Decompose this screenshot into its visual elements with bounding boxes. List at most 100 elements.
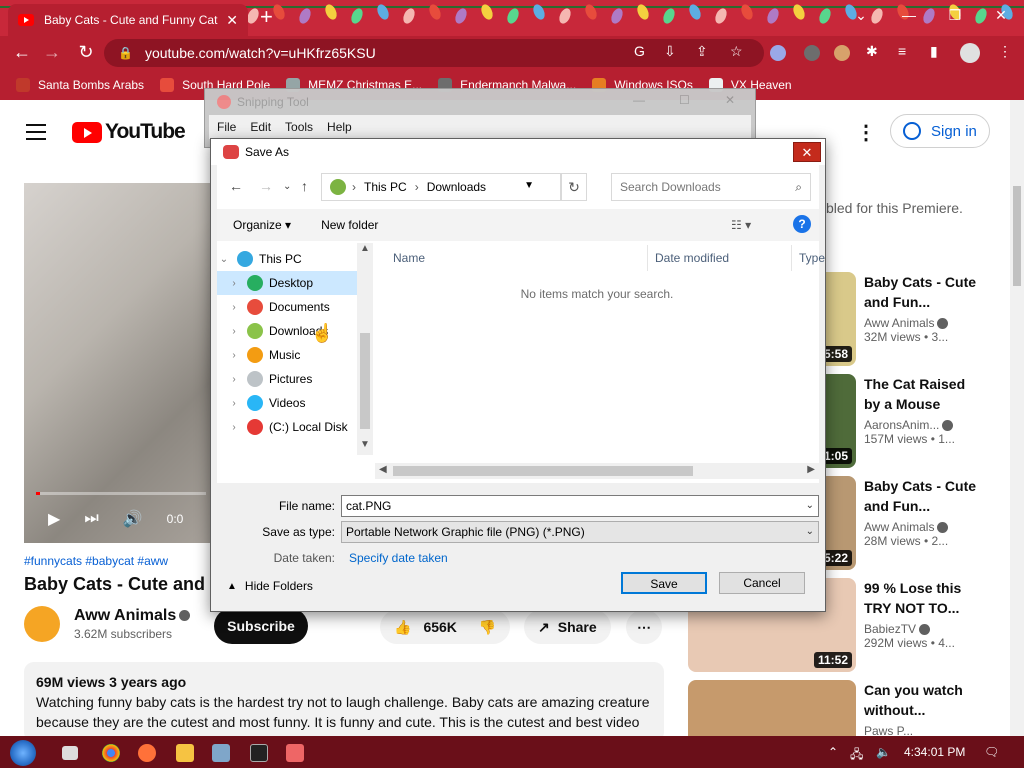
google-icon[interactable]: G xyxy=(634,43,645,59)
recommended-title[interactable]: The Cat Raised by a Mouse xyxy=(864,374,984,414)
video-thumbnail[interactable] xyxy=(688,680,856,736)
dialog-close-button[interactable]: ✕ xyxy=(793,142,821,162)
recommended-channel[interactable]: AaronsAnim... xyxy=(864,418,984,432)
help-icon[interactable]: ? xyxy=(793,215,811,233)
chrome-taskbar-icon[interactable] xyxy=(102,744,120,762)
volume-icon[interactable]: 🔊 xyxy=(123,509,143,529)
recommended-title[interactable]: Baby Cats - Cute and Fun... xyxy=(864,476,984,516)
type-dropdown-icon[interactable]: ⌄ xyxy=(806,526,814,537)
expand-icon[interactable]: › xyxy=(227,350,241,361)
snip-minimize-icon[interactable]: — xyxy=(633,93,645,107)
network-icon[interactable]: 🖧 xyxy=(850,745,863,766)
menu-edit[interactable]: Edit xyxy=(250,120,271,134)
subscribe-button[interactable]: Subscribe xyxy=(214,608,308,644)
snip-maximize-icon[interactable]: ☐ xyxy=(679,93,690,107)
video-description[interactable]: 69M views 3 years ago Watching funny bab… xyxy=(24,662,664,736)
expand-icon[interactable]: › xyxy=(227,374,241,385)
change-view-icon[interactable]: ☷ ▾ xyxy=(731,218,751,232)
like-button[interactable]: 👍 656K 👎 xyxy=(380,610,510,644)
recommended-channel[interactable]: BabiezTV xyxy=(864,622,984,636)
thumbs-down-icon[interactable]: 👎 xyxy=(479,619,496,636)
volume-tray-icon[interactable]: 🔈 xyxy=(876,745,891,759)
page-scrollbar[interactable] xyxy=(1010,100,1024,736)
recommended-title[interactable]: Baby Cats - Cute and Fun... xyxy=(864,272,984,312)
column-date-modified[interactable]: Date modified xyxy=(655,251,729,265)
cancel-button[interactable]: Cancel xyxy=(719,572,805,594)
recommended-video[interactable]: Can you watch without... Paws P... xyxy=(688,680,988,736)
expand-icon[interactable]: › xyxy=(227,422,241,433)
video-player[interactable]: ▶ ⏭ 🔊 0:0 xyxy=(24,183,214,543)
window-close-icon[interactable]: ✕ xyxy=(978,0,1024,30)
start-button-icon[interactable] xyxy=(10,740,36,766)
path-dropdown-icon[interactable]: ▼ xyxy=(524,180,534,191)
scrollbar-thumb[interactable] xyxy=(1013,186,1021,286)
tab-search-icon[interactable]: ⌄ xyxy=(838,0,884,30)
play-icon[interactable]: ▶ xyxy=(48,509,60,529)
save-button[interactable]: Save xyxy=(621,572,707,594)
extensions-puzzle-icon[interactable]: ✱ xyxy=(866,43,878,60)
menu-file[interactable]: File xyxy=(217,120,236,134)
sign-in-button[interactable]: Sign in xyxy=(890,114,990,148)
task-view-icon[interactable] xyxy=(62,746,78,760)
recommended-title[interactable]: 99 % Lose this TRY NOT TO... xyxy=(864,578,984,618)
column-divider[interactable] xyxy=(791,245,792,271)
recommended-title[interactable]: Can you watch without... xyxy=(864,680,984,720)
clock[interactable]: 4:34:01 PM xyxy=(904,745,965,759)
scroll-up-icon[interactable]: ▲ xyxy=(360,243,370,254)
tree-item-documents[interactable]: › Documents xyxy=(217,295,357,319)
new-folder-button[interactable]: New folder xyxy=(321,218,378,232)
extension-1-icon[interactable] xyxy=(770,45,786,61)
tree-item-music[interactable]: › Music xyxy=(217,343,357,367)
expand-icon[interactable]: › xyxy=(227,278,241,289)
extension-3-icon[interactable] xyxy=(834,45,850,61)
new-tab-button[interactable]: + xyxy=(260,6,273,28)
media-control-icon[interactable]: ≡ xyxy=(898,43,906,59)
file-list-horizontal-scrollbar[interactable]: ◀ ▶ xyxy=(375,463,819,479)
save-as-type-select[interactable]: Portable Network Graphic file (PNG) (*.P… xyxy=(341,521,819,543)
breadcrumb-downloads[interactable]: Downloads xyxy=(427,180,486,194)
profile-avatar-icon[interactable] xyxy=(960,43,980,63)
snip-close-icon[interactable]: ✕ xyxy=(725,93,735,107)
channel-avatar[interactable] xyxy=(24,606,60,642)
expand-icon[interactable]: › xyxy=(227,302,241,313)
back-icon[interactable]: ← xyxy=(6,42,38,63)
recent-locations-icon[interactable]: ⌄ xyxy=(283,181,291,192)
scrollbar-thumb[interactable] xyxy=(393,466,693,476)
more-options-icon[interactable]: ⋮ xyxy=(856,120,876,145)
navigation-pane-scrollbar[interactable]: ▲ ▼ xyxy=(357,243,373,455)
menu-help[interactable]: Help xyxy=(327,120,352,134)
minimize-icon[interactable]: — xyxy=(886,0,932,30)
tree-item-local-disk[interactable]: › (C:) Local Disk xyxy=(217,415,357,439)
recommended-channel[interactable]: Paws P... xyxy=(864,724,984,736)
forward-icon[interactable]: → xyxy=(36,42,68,63)
scrollbar-thumb[interactable] xyxy=(360,333,370,429)
file-explorer-icon[interactable] xyxy=(176,744,194,762)
column-divider[interactable] xyxy=(647,245,648,271)
specify-date-taken-link[interactable]: Specify date taken xyxy=(349,551,448,565)
breadcrumb-this-pc[interactable]: This PC xyxy=(364,180,407,194)
up-folder-icon[interactable]: ↑ xyxy=(301,178,308,194)
expand-icon[interactable]: › xyxy=(227,326,241,337)
column-type[interactable]: Type xyxy=(799,251,825,265)
command-prompt-icon[interactable] xyxy=(250,744,268,762)
next-icon[interactable]: ⏭ xyxy=(84,510,98,528)
refresh-icon[interactable]: ↻ xyxy=(561,173,587,201)
show-hidden-icons[interactable]: ⌃ xyxy=(828,745,838,759)
restore-icon[interactable]: ❐ xyxy=(932,0,978,30)
share-icon[interactable]: ⇪ xyxy=(696,43,708,60)
tree-item-videos[interactable]: › Videos xyxy=(217,391,357,415)
tab-close-icon[interactable]: ✕ xyxy=(226,12,238,29)
scroll-right-icon[interactable]: ▶ xyxy=(807,464,815,475)
firefox-taskbar-icon[interactable] xyxy=(138,744,156,762)
file-name-input[interactable]: cat.PNG ⌄ xyxy=(341,495,819,517)
recommended-channel[interactable]: Aww Animals xyxy=(864,316,984,330)
bookmark-star-icon[interactable]: ☆ xyxy=(730,43,743,60)
side-panel-icon[interactable]: ▮ xyxy=(930,43,938,60)
video-progress-bar[interactable] xyxy=(36,492,206,495)
scroll-down-icon[interactable]: ▼ xyxy=(360,439,370,450)
bookmark-item[interactable]: Santa Bombs Arabs xyxy=(16,78,144,92)
dialog-forward-icon[interactable]: → xyxy=(259,178,273,194)
tree-item-desktop[interactable]: › Desktop xyxy=(217,271,357,295)
hide-folders-button[interactable]: ▲ Hide Folders xyxy=(227,579,313,593)
more-actions-icon[interactable]: ⋯ xyxy=(626,610,662,644)
